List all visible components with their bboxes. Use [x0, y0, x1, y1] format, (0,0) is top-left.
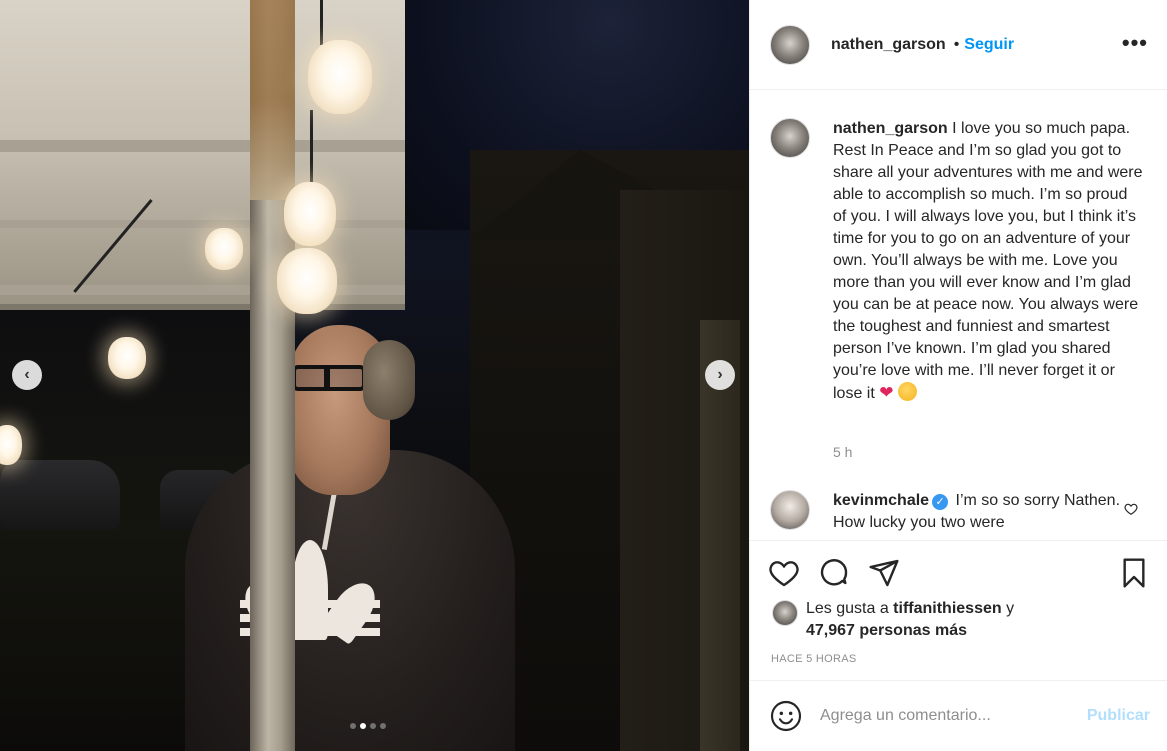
share-icon[interactable]: [868, 557, 900, 589]
header-username[interactable]: nathen_garson: [831, 36, 946, 54]
light-bulb: [205, 228, 243, 270]
awning-seam: [0, 220, 405, 228]
more-icon[interactable]: •••: [1122, 30, 1148, 56]
awning-seam: [0, 140, 405, 152]
awning-seam: [0, 285, 405, 295]
comment-username[interactable]: kevinmchale: [833, 492, 929, 509]
avatar[interactable]: [772, 600, 798, 626]
bookmark-icon[interactable]: [1118, 557, 1150, 589]
chevron-left-icon: ‹: [24, 366, 30, 383]
emoji-icon[interactable]: [770, 700, 802, 732]
follow-button[interactable]: Seguir: [964, 36, 1014, 54]
comment-icon[interactable]: [818, 557, 850, 589]
likes-text: Les gusta a tiffanithiessen y 47,967 per…: [806, 598, 1014, 642]
earmuff: [363, 340, 415, 420]
post-photo[interactable]: ‹ ›: [0, 0, 749, 751]
heart-icon[interactable]: [768, 557, 800, 589]
post-header: nathen_garson • Seguir •••: [750, 0, 1167, 90]
post-timestamp[interactable]: HACE 5 HORAS: [771, 653, 857, 665]
carousel-dot-active: [360, 723, 366, 729]
red-heart-emoji-icon: ❤: [879, 383, 894, 402]
carousel-dot: [380, 723, 386, 729]
light-bulb: [277, 248, 337, 314]
avatar[interactable]: [770, 24, 810, 65]
kissing-face-emoji-icon: [897, 382, 917, 401]
avatar[interactable]: [770, 490, 810, 530]
likes-count[interactable]: 47,967 personas más: [806, 622, 967, 639]
verified-badge-icon: ✓: [932, 494, 949, 510]
caption-username[interactable]: nathen_garson: [833, 120, 948, 137]
light-wire: [320, 0, 323, 45]
comment-composer: Publicar: [750, 680, 1167, 751]
likes-user[interactable]: tiffanithiessen: [893, 600, 1001, 617]
carousel-dot: [350, 723, 356, 729]
glasses: [292, 365, 366, 391]
carousel-dot: [370, 723, 376, 729]
separator-dot: •: [953, 35, 960, 53]
parked-car: [0, 460, 120, 530]
chevron-right-icon: ›: [717, 366, 723, 383]
light-bulb: [308, 40, 372, 114]
comment-input[interactable]: [820, 707, 1087, 725]
pole-rust: [250, 0, 295, 200]
likes-summary: Les gusta a tiffanithiessen y 47,967 per…: [772, 598, 1014, 642]
comment-item: kevinmchale ✓ I’m so so sorry Nathen. How…: [770, 490, 1160, 534]
caption-message: I love you so much papa. Rest In Peace a…: [833, 120, 1143, 402]
avatar[interactable]: [770, 118, 810, 158]
caption-text: nathen_garson I love you so much papa. R…: [833, 118, 1143, 405]
post-side-panel: nathen_garson • Seguir ••• nathen_garson…: [749, 0, 1167, 751]
caption: nathen_garson I love you so much papa. R…: [770, 118, 1160, 405]
action-bar: [750, 540, 1167, 600]
likes-prefix: Les gusta a: [806, 600, 894, 617]
likes-middle: y: [1001, 600, 1015, 617]
caption-timestamp[interactable]: 5 h: [833, 444, 852, 460]
light-wire: [310, 110, 313, 190]
heart-icon[interactable]: [1124, 502, 1138, 516]
carousel-next-button[interactable]: ›: [705, 360, 735, 390]
comment-text: kevinmchale ✓ I’m so so sorry Nathen. How…: [833, 490, 1133, 534]
carousel-prev-button[interactable]: ‹: [12, 360, 42, 390]
carousel-indicator: [350, 723, 386, 729]
light-bulb: [284, 182, 336, 246]
light-bulb: [108, 337, 146, 379]
publish-button[interactable]: Publicar: [1087, 707, 1150, 725]
